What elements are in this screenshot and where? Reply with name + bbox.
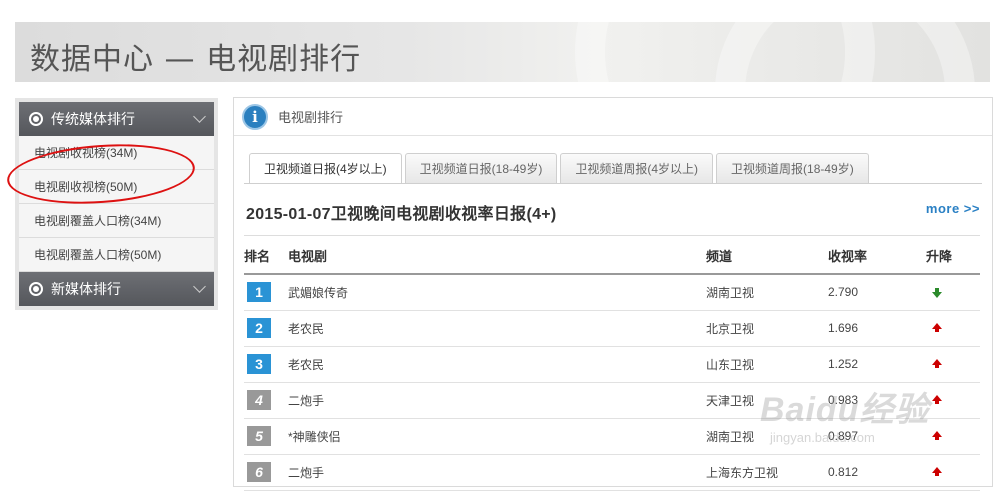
table-row[interactable]: 5 *神雕侠侣 湖南卫视 0.897: [244, 418, 980, 455]
channel-cell: 湖南卫视: [706, 418, 828, 455]
rank-badge: 5: [247, 426, 271, 446]
sidebar-section-label: 新媒体排行: [51, 281, 121, 297]
panel-title: 电视剧排行: [278, 110, 344, 125]
rank-cell: 4: [244, 382, 288, 419]
tab-daily-4plus[interactable]: 卫视频道日报(4岁以上): [249, 153, 402, 184]
rank-cell: 2: [244, 310, 288, 347]
table-header-row: 排名 电视剧 频道 收视率 升降: [244, 238, 980, 275]
sidebar-list: 电视剧收视榜(34M) 电视剧收视榜(50M) 电视剧覆盖人口榜(34M) 电视…: [19, 136, 214, 272]
main-panel: i 电视剧排行 卫视频道日报(4岁以上) 卫视频道日报(18-49岁) 卫视频道…: [233, 97, 993, 491]
arrow-down-icon: [932, 288, 942, 299]
rank-cell: 5: [244, 418, 288, 455]
chevron-down-icon: [193, 110, 206, 123]
rank-badge: 1: [247, 282, 271, 303]
rating-cell: 0.983: [828, 382, 926, 419]
sidebar-item-coverage-50m[interactable]: 电视剧覆盖人口榜(50M): [19, 238, 214, 272]
drama-cell[interactable]: 二炮手: [288, 454, 706, 491]
sidebar-section-new-media[interactable]: 新媒体排行: [19, 272, 214, 306]
column-header-channel: 频道: [706, 238, 828, 275]
rating-cell: 0.897: [828, 418, 926, 455]
column-header-rank: 排名: [244, 238, 288, 275]
rank-cell: 3: [244, 346, 288, 383]
tab-bar: 卫视频道日报(4岁以上) 卫视频道日报(18-49岁) 卫视频道周报(4岁以上)…: [249, 153, 869, 184]
arrow-up-icon: [932, 467, 942, 476]
tab-weekly-4plus[interactable]: 卫视频道周报(4岁以上): [560, 153, 714, 183]
channel-cell: 北京卫视: [706, 310, 828, 347]
column-header-drama: 电视剧: [288, 238, 706, 275]
sidebar-item-coverage-34m[interactable]: 电视剧覆盖人口榜(34M): [19, 204, 214, 238]
trend-cell: [926, 346, 980, 383]
rank-badge: 3: [247, 354, 271, 374]
trend-cell: [926, 310, 980, 347]
media-icon: [29, 112, 43, 126]
trend-cell: [926, 382, 980, 419]
report-title: 2015-01-07卫视晚间电视剧收视率日报(4+): [246, 206, 557, 223]
table-row[interactable]: 4 二炮手 天津卫视 0.983: [244, 382, 980, 419]
more-link[interactable]: more >>: [926, 201, 980, 216]
drama-cell[interactable]: 老农民: [288, 310, 706, 347]
table-row[interactable]: 1 武媚娘传奇 湖南卫视 2.790: [244, 274, 980, 311]
panel-header: i 电视剧排行: [234, 98, 992, 136]
rank-badge: 6: [247, 462, 271, 482]
rank-badge: 4: [247, 390, 271, 410]
rank-cell: 1: [244, 274, 288, 311]
rating-cell: 0.812: [828, 454, 926, 491]
arrow-up-icon: [932, 395, 942, 404]
trend-cell: [926, 454, 980, 491]
arrow-up-icon: [932, 323, 942, 332]
sidebar-section-label: 传统媒体排行: [51, 111, 135, 127]
sidebar: 传统媒体排行 电视剧收视榜(34M) 电视剧收视榜(50M) 电视剧覆盖人口榜(…: [15, 98, 218, 310]
table-row[interactable]: 6 二炮手 上海东方卫视 0.812: [244, 454, 980, 491]
column-header-trend: 升降: [926, 238, 980, 275]
trend-cell: [926, 274, 980, 311]
rating-cell: 1.696: [828, 310, 926, 347]
channel-cell: 山东卫视: [706, 346, 828, 383]
channel-cell: 上海东方卫视: [706, 454, 828, 491]
chevron-down-icon: [193, 280, 206, 293]
drama-cell[interactable]: 武媚娘传奇: [288, 274, 706, 311]
tab-weekly-18-49[interactable]: 卫视频道周报(18-49岁): [716, 153, 869, 183]
drama-cell[interactable]: 老农民: [288, 346, 706, 383]
rating-cell: 2.790: [828, 274, 926, 311]
tab-daily-18-49[interactable]: 卫视频道日报(18-49岁): [404, 153, 558, 183]
sidebar-section-traditional[interactable]: 传统媒体排行: [19, 102, 214, 136]
page-title: 数据中心 — 电视剧排行: [30, 42, 362, 77]
drama-cell[interactable]: 二炮手: [288, 382, 706, 419]
sidebar-item-ratings-34m[interactable]: 电视剧收视榜(34M): [19, 136, 214, 170]
rating-cell: 1.252: [828, 346, 926, 383]
table-row[interactable]: 2 老农民 北京卫视 1.696: [244, 310, 980, 347]
trend-cell: [926, 418, 980, 455]
divider: [244, 235, 980, 236]
drama-cell[interactable]: *神雕侠侣: [288, 418, 706, 455]
channel-cell: 天津卫视: [706, 382, 828, 419]
rank-badge: 2: [247, 318, 271, 338]
sidebar-item-ratings-50m[interactable]: 电视剧收视榜(50M): [19, 170, 214, 204]
rank-cell: 6: [244, 454, 288, 491]
tab-divider: [244, 183, 982, 184]
channel-cell: 湖南卫视: [706, 274, 828, 311]
column-header-rating: 收视率: [828, 238, 926, 275]
arrow-up-icon: [932, 359, 942, 368]
table-row[interactable]: 3 老农民 山东卫视 1.252: [244, 346, 980, 383]
page-banner: 数据中心 — 电视剧排行: [15, 22, 990, 82]
info-icon: i: [242, 103, 268, 130]
ranking-table: 排名 电视剧 频道 收视率 升降 1 武媚娘传奇 湖南卫视 2.790 2 老农民 北京卫视…: [244, 238, 980, 491]
media-icon: [29, 282, 43, 296]
arrow-up-icon: [932, 431, 942, 440]
